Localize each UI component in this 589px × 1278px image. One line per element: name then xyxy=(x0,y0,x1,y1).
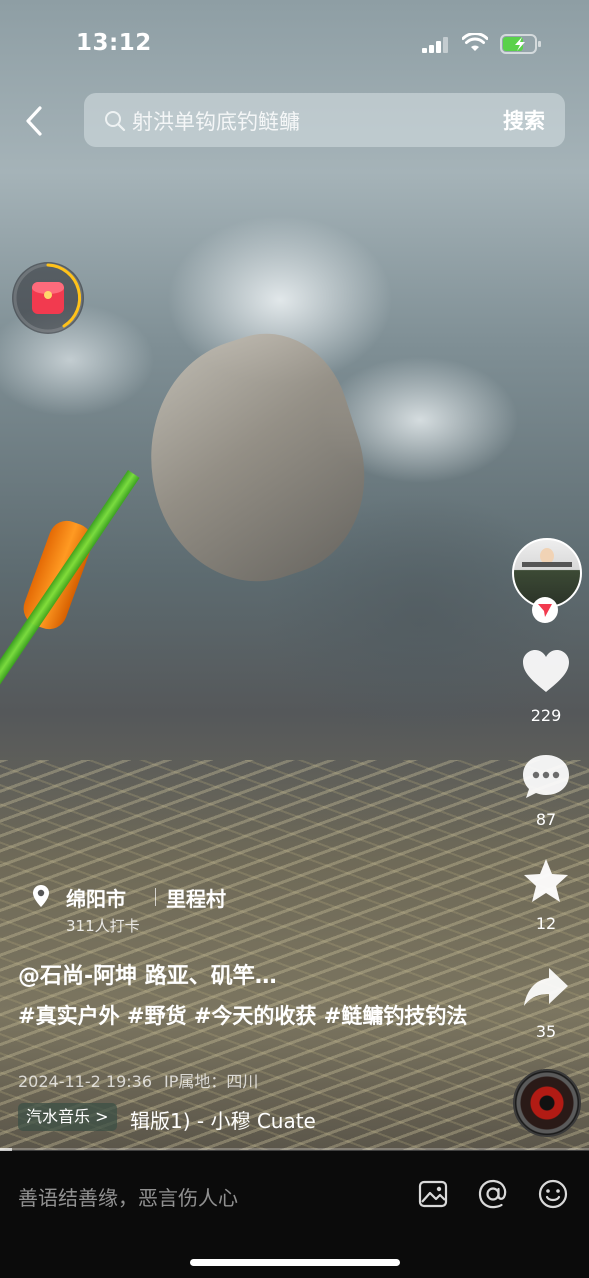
follow-check-icon xyxy=(538,604,552,617)
follow-button[interactable] xyxy=(532,597,558,623)
search-input[interactable]: 射洪单钩底钓鲢鳙 xyxy=(132,106,300,136)
location-city: 绵阳市 xyxy=(66,887,126,911)
comment-count: 87 xyxy=(535,810,557,829)
comment-input[interactable]: 善语结善缘，恶言伤人心 xyxy=(18,1182,238,1211)
location-checkins: 311人打卡 xyxy=(66,917,140,935)
music-title: 辑版1) - 小穆 Cuate xyxy=(130,1109,316,1133)
back-icon[interactable] xyxy=(20,104,50,138)
comment-icon[interactable] xyxy=(521,753,571,801)
location-pin-icon xyxy=(33,885,49,907)
search-icon xyxy=(105,111,126,132)
heart-icon[interactable] xyxy=(521,648,571,696)
search-button[interactable]: 搜索 xyxy=(503,105,545,135)
post-date: 2024-11-2 19:36 xyxy=(18,1072,152,1091)
battery-icon xyxy=(500,34,541,54)
at-icon[interactable] xyxy=(476,1177,510,1211)
red-packet-icon xyxy=(32,282,64,314)
music-source-tag[interactable]: 汽水音乐 > xyxy=(18,1103,117,1131)
post-ip-location: IP属地：四川 xyxy=(164,1072,259,1091)
share-count: 35 xyxy=(535,1022,557,1041)
video-screen: 13:12 射洪单钩底钓鲢鳙 搜索 229 87 12 35 绵阳市 里程村 3… xyxy=(0,0,589,1278)
image-icon[interactable] xyxy=(416,1177,450,1211)
search-bar[interactable]: 射洪单钩底钓鲢鳙 搜索 xyxy=(84,93,565,147)
favorite-count: 12 xyxy=(535,914,557,933)
wifi-icon xyxy=(462,33,488,51)
signal-icon xyxy=(422,37,448,53)
red-packet-button[interactable] xyxy=(12,262,84,334)
music-source-label: 汽水音乐 xyxy=(26,1107,91,1126)
post-hashtags[interactable]: #真实户外 #野货 #今天的收获 #鲢鳙钓技钓法 xyxy=(18,1001,468,1031)
chevron-right-icon: > xyxy=(95,1107,109,1126)
author-name[interactable]: @石尚-阿坤 路亚、矶竿… xyxy=(18,958,277,990)
post-meta: 2024-11-2 19:36 IP属地：四川 xyxy=(18,1068,258,1092)
home-indicator[interactable] xyxy=(190,1259,400,1266)
star-icon[interactable] xyxy=(521,857,571,905)
emoji-icon[interactable] xyxy=(536,1177,570,1211)
music-disc[interactable] xyxy=(513,1069,581,1137)
status-time: 13:12 xyxy=(76,30,152,56)
like-count: 229 xyxy=(530,706,562,725)
share-icon[interactable] xyxy=(521,964,571,1012)
location-divider xyxy=(155,888,156,906)
location-village: 里程村 xyxy=(166,887,226,911)
location-tag[interactable]: 绵阳市 里程村 311人打卡 xyxy=(18,870,228,942)
video-fish xyxy=(118,313,392,607)
